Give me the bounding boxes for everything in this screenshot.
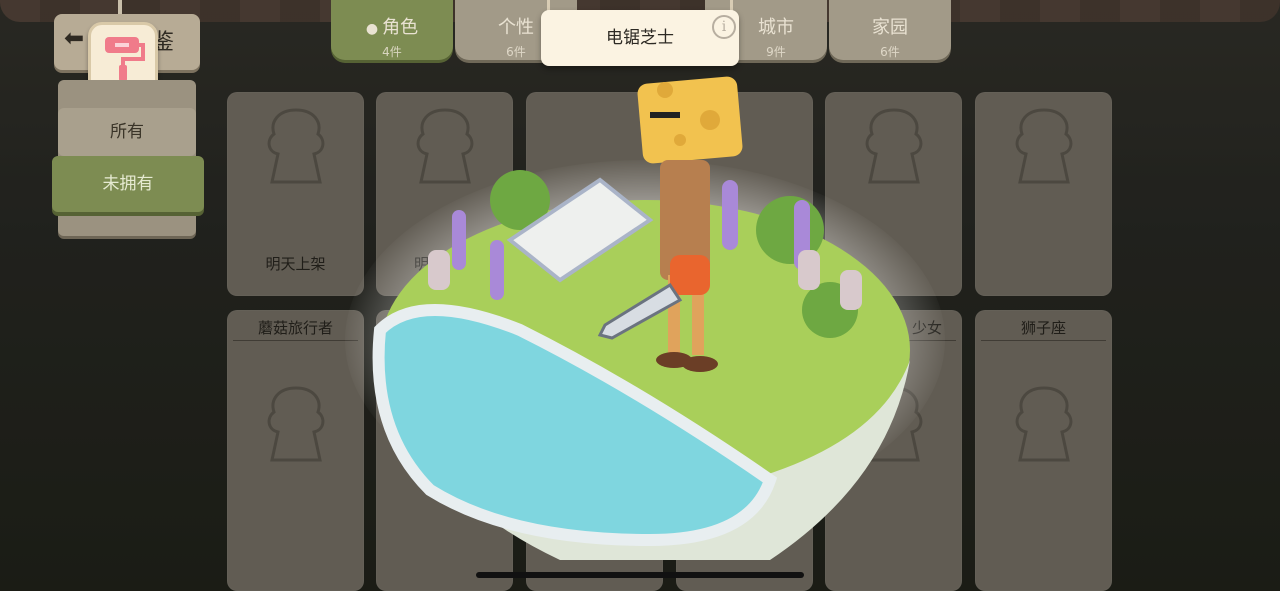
filter-not-owned[interactable]: 未拥有 (52, 156, 204, 212)
tab-count: 6件 (880, 45, 900, 59)
tab-label: 角色 (382, 17, 419, 38)
item-name: 电锯芝士 (606, 28, 674, 48)
filter-all[interactable]: 所有 (58, 108, 196, 156)
home-indicator[interactable] (476, 572, 804, 578)
lavender (490, 240, 504, 300)
tab-home[interactable]: 家园 6件 (829, 0, 951, 60)
info-icon[interactable]: i (712, 15, 736, 39)
person-icon: ● (365, 21, 379, 37)
tab-label: 家园 (872, 17, 908, 38)
item-name-plate: 电锯芝士 (541, 10, 739, 66)
cheese-head (637, 76, 743, 164)
tab-character[interactable]: ● 角色 4件 (331, 0, 453, 60)
lavender (722, 180, 738, 250)
chainsaw-body (670, 255, 710, 295)
character-preview (372, 76, 910, 560)
lavender (452, 210, 466, 270)
stone-pillar (428, 250, 450, 290)
tab-count: 4件 (382, 45, 402, 59)
stone-pillar (798, 250, 820, 290)
back-arrow-icon[interactable]: ⬅ (64, 24, 84, 52)
stone-pillar (840, 270, 862, 310)
